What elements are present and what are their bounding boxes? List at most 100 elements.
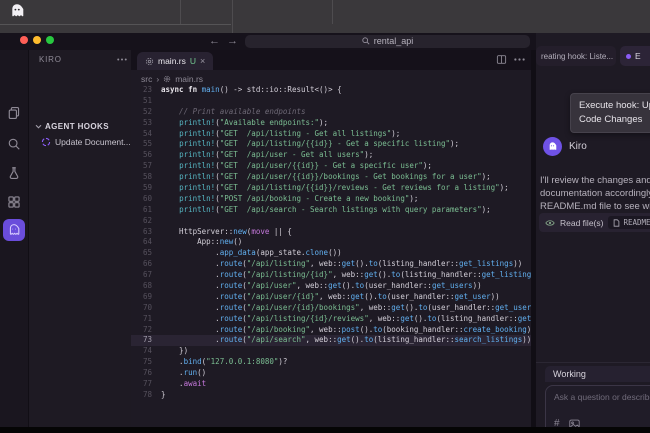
editor-group: main.rs U × src › [131,50,531,427]
kiro-window: ← → rental_api [0,0,650,433]
line-number: 55 [131,139,161,150]
breadcrumb-folder[interactable]: src [141,74,152,84]
chevron-down-icon [35,124,42,129]
code-line[interactable]: 67 .route("/api/listing/{id}", web::get(… [131,270,531,281]
code-line[interactable]: 55 println!("GET /api/listing/{{id}} - G… [131,139,531,150]
code-line[interactable]: 54 println!("GET /api/listing - Get all … [131,129,531,140]
files-icon[interactable] [7,106,21,120]
section-label: AGENT HOOKS [45,122,109,131]
code-line[interactable]: 53 println!("Available endpoints:"); [131,118,531,129]
chat-tab-execute-hook[interactable]: E [620,46,650,66]
top-strip [0,0,650,33]
footer-divider [536,362,650,363]
line-number: 77 [131,379,161,390]
flask-icon[interactable] [7,166,21,180]
strip-divider [0,24,231,25]
code-line[interactable]: 76 .run() [131,368,531,379]
chat-author: Kiro [569,141,587,152]
tab-main-rs[interactable]: main.rs U × [137,52,213,70]
tooltip-line: Code Changes [579,113,650,127]
line-number: 64 [131,237,161,248]
code-line[interactable]: 52 // Print available endpoints [131,107,531,118]
line-number: 62 [131,216,161,227]
sidebar-menu-ellipsis-icon[interactable] [117,58,127,61]
code-line[interactable]: 23async fn main() -> std::io::Result<()>… [131,85,531,96]
code-line[interactable]: 78} [131,390,531,401]
code-line[interactable]: 57 println!("GET /api/user/{{id}} - Get … [131,161,531,172]
search-sidebar-icon[interactable] [7,137,21,151]
code-line[interactable]: 71 .route("/api/listing/{id}/reviews", w… [131,314,531,325]
sidebar: KIRO AGENT HOOKS Update Document... SPEC [28,50,131,427]
code-line[interactable]: 63 HttpServer::new(move || { [131,227,531,238]
minimize-window-button[interactable] [33,36,41,44]
line-number: 69 [131,292,161,303]
chat-input-placeholder: Ask a question or describe a [554,392,650,402]
editor-tabbar: main.rs U × [131,50,531,70]
read-files-chip[interactable]: Read file(s) README. [539,213,650,232]
line-number: 58 [131,172,161,183]
line-number: 70 [131,303,161,314]
code-line[interactable]: 77 .await [131,379,531,390]
code-line[interactable]: 56 println!("GET /api/user - Get all use… [131,150,531,161]
strip-separator [232,0,233,33]
editor-actions-ellipsis-icon[interactable] [514,58,525,61]
tooltip-line: Execute hook: Update [579,99,650,113]
code-line[interactable]: 60 println!("POST /api/booking - Create … [131,194,531,205]
line-number: 72 [131,325,161,336]
status-working[interactable]: Working [545,366,650,382]
line-number: 68 [131,281,161,292]
code-line[interactable]: 58 println!("GET /api/user/{{id}}/bookin… [131,172,531,183]
kiro-ghost-icon [7,223,21,238]
eye-icon [545,219,555,227]
bottom-black-bar [0,427,650,433]
rust-gear-icon [163,75,171,83]
code-line[interactable]: 62 [131,216,531,227]
activity-bar [0,50,28,427]
line-number: 53 [131,118,161,129]
chat-tab-creating-hook[interactable]: reating hook: Liste... × [536,46,616,66]
section-agent-hooks[interactable]: AGENT HOOKS [29,120,132,133]
line-number: 74 [131,346,161,357]
breadcrumb-file[interactable]: main.rs [175,74,203,84]
chat-tab-label: E [635,51,641,61]
line-number: 23 [131,85,161,96]
line-number: 59 [131,183,161,194]
code-line[interactable]: 68 .route("/api/user", web::get().to(use… [131,281,531,292]
code-line[interactable]: 73 .route("/api/search", web::get().to(l… [131,335,531,346]
code-line[interactable]: 59 println!("GET /api/listing/{{id}}/rev… [131,183,531,194]
code-line[interactable]: 69 .route("/api/user/{id}", web::get().t… [131,292,531,303]
forward-arrow-button[interactable]: → [227,33,238,49]
code-line[interactable]: 75 .bind("127.0.0.1:8080")? [131,357,531,368]
split-editor-icon[interactable] [496,54,507,65]
breadcrumb[interactable]: src › main.rs [141,72,203,85]
code-line[interactable]: 65 .app_data(app_state.clone()) [131,248,531,259]
code-line[interactable]: 66 .route("/api/listing", web::get().to(… [131,259,531,270]
code-line[interactable]: 70 .route("/api/user/{id}/bookings", web… [131,303,531,314]
chat-input[interactable]: Ask a question or describe a # [545,385,650,433]
code-line[interactable]: 51 [131,96,531,107]
extensions-grid-icon[interactable] [7,195,21,209]
kiro-logo-icon[interactable] [9,3,25,20]
kiro-agent-tab-active[interactable] [3,219,25,241]
line-number: 63 [131,227,161,238]
chat-message-line: documentation accordingly. I [540,187,650,200]
code-area: 23async fn main() -> std::io::Result<()>… [131,85,531,401]
back-arrow-button[interactable]: ← [209,33,220,49]
command-search-bar[interactable]: rental_api [245,35,530,49]
code-line[interactable]: 64 App::new() [131,237,531,248]
code-line[interactable]: 61 println!("GET /api/search - Search li… [131,205,531,216]
file-badge[interactable]: README. [608,216,650,229]
close-window-button[interactable] [20,36,28,44]
line-number: 76 [131,368,161,379]
line-number: 51 [131,96,161,107]
code-line[interactable]: 74 }) [131,346,531,357]
strip-separator [180,0,181,24]
hook-item-update-document[interactable]: Update Document... [29,135,132,148]
git-status-badge: U [190,56,196,66]
zoom-window-button[interactable] [46,36,54,44]
line-number: 71 [131,314,161,325]
hook-item-label: Update Document... [55,137,131,147]
close-tab-icon[interactable]: × [200,56,205,66]
code-line[interactable]: 72 .route("/api/booking", web::post().to… [131,325,531,336]
line-number: 73 [131,335,161,346]
